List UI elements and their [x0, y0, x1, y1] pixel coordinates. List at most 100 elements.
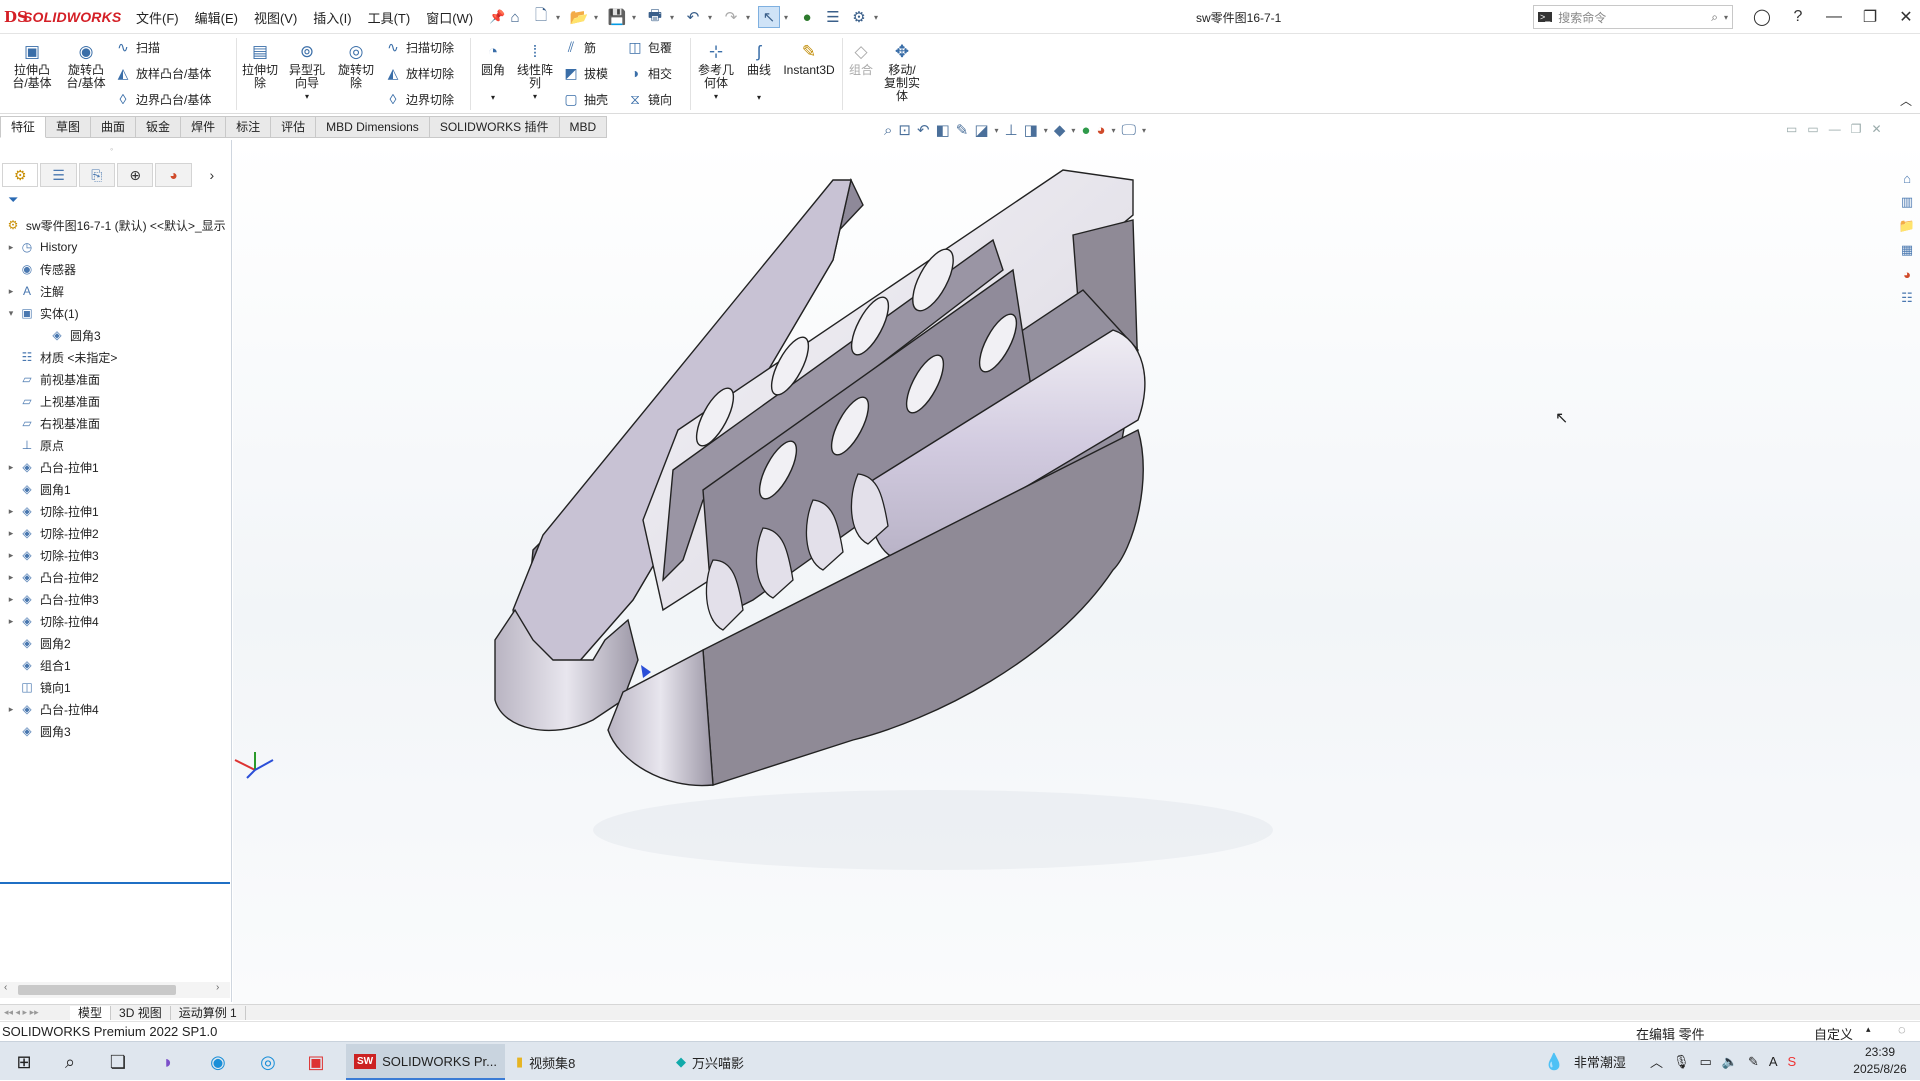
tree-item[interactable]: ▱ 上视基准面: [0, 390, 230, 412]
menu-window[interactable]: 窗口(W): [426, 8, 473, 27]
section-view-icon[interactable]: ◧: [936, 121, 950, 139]
open-folder-icon[interactable]: 📂: [568, 6, 590, 28]
tab-model[interactable]: 模型: [70, 1005, 112, 1020]
tree-horizontal-scrollbar[interactable]: ‹ ›: [0, 982, 230, 998]
weather-text[interactable]: 非常潮湿: [1574, 1052, 1626, 1071]
pattern-dropdown-icon[interactable]: ▾: [533, 90, 537, 103]
expand-toggle-icon[interactable]: ▸: [4, 550, 18, 561]
zoom-to-area-icon[interactable]: ⊡: [898, 121, 911, 139]
tree-item[interactable]: ⊥ 原点: [0, 434, 230, 456]
tree-item[interactable]: ▸ ◈ 切除-拉伸3: [0, 544, 230, 566]
volume-icon[interactable]: 🔈: [1722, 1054, 1738, 1070]
redo-dropdown-icon[interactable]: ▾: [746, 13, 754, 22]
print-dropdown-icon[interactable]: ▾: [670, 13, 678, 22]
task-view-icon[interactable]: ❏: [104, 1048, 132, 1076]
print-icon[interactable]: 🖶: [644, 6, 666, 28]
tree-item[interactable]: ◉ 传感器: [0, 258, 230, 280]
loft-boss-button[interactable]: ◭ 放样凸台/基体: [114, 64, 212, 82]
dynamic-annotation-icon[interactable]: ✎: [956, 121, 969, 139]
expand-toggle-icon[interactable]: ▸: [4, 462, 18, 473]
tab-sketch[interactable]: 草图: [46, 116, 92, 138]
windows-start-icon[interactable]: ⊞: [10, 1048, 38, 1076]
viewport-tile-left-icon[interactable]: ▭: [1786, 122, 1797, 136]
taskbar-solidworks[interactable]: SW SOLIDWORKS Pr...: [346, 1044, 505, 1080]
tree-item[interactable]: ◫ 镜向1: [0, 676, 230, 698]
solidworks-logo[interactable]: DS SOLIDWORKS: [4, 6, 121, 28]
file-explorer-icon[interactable]: 📁: [1897, 216, 1917, 236]
taskbar-video-folder[interactable]: ▮ 视频集8: [508, 1044, 583, 1080]
tree-item[interactable]: ▱ 右视基准面: [0, 412, 230, 434]
curves-dropdown-icon[interactable]: ▾: [757, 91, 761, 104]
viewport-minimize-icon[interactable]: —: [1829, 122, 1841, 136]
display-monitor-icon[interactable]: 🖵: [1122, 122, 1136, 139]
microphone-icon[interactable]: 🎙: [1673, 1054, 1690, 1070]
close-button[interactable]: ✕: [1888, 7, 1920, 27]
sweep-cut-button[interactable]: ∿ 扫描切除: [384, 38, 454, 56]
select-dropdown-icon[interactable]: ▾: [784, 13, 792, 22]
visual-studio-icon[interactable]: ◗: [154, 1048, 182, 1076]
options-dropdown-icon[interactable]: ▾: [874, 13, 882, 22]
tree-item[interactable]: ▸ ◈ 切除-拉伸4: [0, 610, 230, 632]
view-settings-icon[interactable]: ◕: [1096, 122, 1105, 139]
reference-geometry-button[interactable]: ⊹ 参考几 何体 ▾: [694, 40, 738, 103]
humidity-drop-icon[interactable]: 💧: [1544, 1052, 1564, 1072]
tree-root[interactable]: ⚙ sw零件图16-7-1 (默认) <<默认>_显示: [0, 214, 230, 236]
tree-item[interactable]: ☷ 材质 <未指定>: [0, 346, 230, 368]
tab-surfaces[interactable]: 曲面: [91, 116, 137, 138]
tree-item[interactable]: ▸ ◈ 切除-拉伸1: [0, 500, 230, 522]
tree-item[interactable]: ▾ ▣ 实体(1): [0, 302, 230, 324]
tab-mbd[interactable]: MBD: [559, 116, 608, 138]
scene-dropdown-icon[interactable]: ▾: [1112, 126, 1116, 135]
battery-icon[interactable]: ▭: [1699, 1054, 1711, 1070]
tree-item[interactable]: ▸ ◈ 切除-拉伸2: [0, 522, 230, 544]
solidworks-resources-icon[interactable]: ⌂: [1897, 168, 1917, 188]
view-orientation-icon[interactable]: ◪: [974, 121, 988, 139]
previous-view-icon[interactable]: ↶: [917, 121, 930, 139]
menu-tools[interactable]: 工具(T): [368, 8, 411, 27]
tree-item[interactable]: ▸ ◈ 凸台-拉伸1: [0, 456, 230, 478]
collapse-ribbon-chevron-icon[interactable]: ︿: [1900, 92, 1912, 109]
tree-item[interactable]: ▱ 前视基准面: [0, 368, 230, 390]
boundary-cut-button[interactable]: ◊ 边界切除: [384, 90, 454, 108]
search-input[interactable]: 搜索命令: [1558, 9, 1705, 26]
search-command-box[interactable]: >_ 搜索命令 ⌕ ▾: [1533, 5, 1733, 29]
sogou-ime-icon[interactable]: S: [1788, 1054, 1797, 1069]
expand-toggle-icon[interactable]: ▸: [4, 616, 18, 627]
search-icon[interactable]: ⌕: [1711, 10, 1718, 25]
apply-scene-icon[interactable]: ●: [1081, 122, 1090, 139]
open-dropdown-icon[interactable]: ▾: [594, 13, 602, 22]
pen-icon[interactable]: ✎: [1748, 1054, 1759, 1070]
move-copy-body-button[interactable]: ✥ 移动/ 复制实 体: [880, 40, 924, 103]
sweep-button[interactable]: ∿ 扫描: [114, 38, 160, 56]
linear-pattern-button[interactable]: ⁞ 线性阵 列 ▾: [514, 40, 556, 103]
tree-item[interactable]: ◈ 圆角1: [0, 478, 230, 500]
scroll-right-arrow-icon[interactable]: ›: [216, 982, 219, 993]
display-style-icon[interactable]: ⊥: [1005, 121, 1018, 139]
combine-button[interactable]: ◇ 组合: [846, 40, 876, 77]
tree-item[interactable]: ◈ 圆角2: [0, 632, 230, 654]
edge-browser-icon[interactable]: ◉: [204, 1048, 232, 1076]
help-icon[interactable]: ?: [1780, 8, 1816, 26]
part-model-3d[interactable]: [233, 140, 1920, 1004]
expand-toggle-icon[interactable]: ▾: [4, 308, 18, 319]
save-icon[interactable]: 💾: [606, 6, 628, 28]
tab-solidworks-addins[interactable]: SOLIDWORKS 插件: [429, 116, 560, 138]
tab-navigation-arrows-icon[interactable]: ◂◂ ◂ ▸ ▸▸: [0, 1007, 70, 1018]
tab-motion-study[interactable]: 运动算例 1: [171, 1005, 246, 1020]
menu-insert[interactable]: 插入(I): [313, 8, 351, 27]
taskbar-clock[interactable]: 23:39 2025/8/26: [1848, 1044, 1912, 1078]
boundary-boss-button[interactable]: ◊ 边界凸台/基体: [114, 90, 212, 108]
expand-toggle-icon[interactable]: ▸: [4, 242, 18, 253]
viewport-close-icon[interactable]: ✕: [1871, 122, 1881, 136]
status-message-icon[interactable]: ◌: [1898, 1022, 1906, 1037]
extrude-cut-button[interactable]: ▤ 拉伸切 除: [238, 40, 282, 90]
expand-toggle-icon[interactable]: ▸: [4, 286, 18, 297]
red-app-icon[interactable]: ▣: [302, 1048, 330, 1076]
ref-geometry-dropdown-icon[interactable]: ▾: [714, 90, 718, 103]
panel-grip-icon[interactable]: ◦: [110, 144, 113, 154]
dimxpert-tab-icon[interactable]: ⊕: [117, 163, 154, 187]
shell-button[interactable]: ▢ 抽壳: [562, 90, 608, 108]
appearance-dropdown-icon[interactable]: ▾: [1071, 126, 1075, 135]
tab-weldments[interactable]: 焊件: [181, 116, 227, 138]
more-tabs-chevron-icon[interactable]: ›: [194, 163, 230, 187]
